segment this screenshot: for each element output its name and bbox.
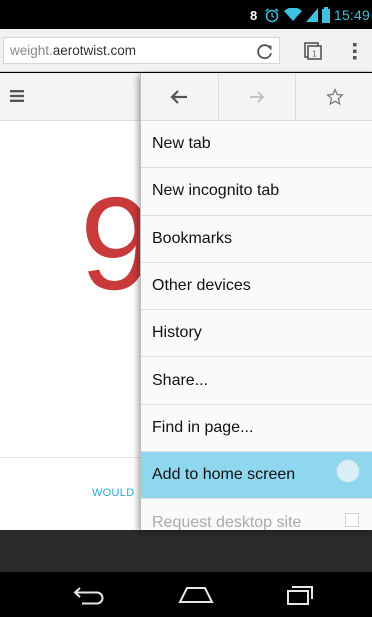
notification-8-icon: 8 bbox=[250, 8, 257, 22]
menu-nav-row bbox=[141, 73, 372, 121]
menu-item-other-devices[interactable]: Other devices bbox=[141, 263, 372, 311]
system-nav-bar bbox=[0, 572, 372, 617]
menu-item-label: New tab bbox=[152, 135, 211, 153]
status-bar: 8 15:49 bbox=[0, 0, 372, 29]
menu-list: New tab New incognito tab Bookmarks Othe… bbox=[141, 121, 372, 530]
menu-item-label: Request desktop site bbox=[152, 513, 302, 530]
status-icons: 8 15:49 bbox=[250, 6, 372, 24]
svg-text:1: 1 bbox=[312, 50, 317, 59]
recent-apps-icon[interactable] bbox=[285, 585, 315, 605]
touch-indicator bbox=[336, 459, 360, 484]
desktop-site-checkbox[interactable] bbox=[345, 513, 359, 528]
menu-item-new-tab[interactable]: New tab bbox=[141, 121, 372, 169]
menu-item-add-to-home-screen[interactable]: Add to home screen bbox=[141, 452, 372, 500]
menu-item-label: Find in page... bbox=[152, 418, 254, 436]
menu-item-new-incognito-tab[interactable]: New incognito tab bbox=[141, 168, 372, 216]
bookmark-star-icon bbox=[325, 87, 344, 105]
hamburger-menu-icon[interactable] bbox=[10, 90, 24, 102]
address-bar: weight.aerotwist.com 1 bbox=[0, 29, 372, 72]
back-icon[interactable] bbox=[72, 585, 106, 605]
url-prefix: weight. bbox=[10, 43, 53, 58]
menu-item-find-in-page[interactable]: Find in page... bbox=[141, 405, 372, 453]
menu-item-label: Share... bbox=[152, 371, 209, 389]
battery-icon bbox=[321, 7, 330, 23]
overflow-menu: New tab New incognito tab Bookmarks Othe… bbox=[140, 73, 372, 530]
url-host: aerotwist.com bbox=[52, 43, 137, 58]
reload-icon[interactable] bbox=[256, 43, 274, 61]
menu-item-request-desktop-site[interactable]: Request desktop site bbox=[141, 499, 372, 530]
menu-back-button[interactable] bbox=[141, 73, 219, 120]
svg-text:8: 8 bbox=[250, 8, 257, 22]
menu-item-share[interactable]: Share... bbox=[141, 357, 372, 405]
signal-icon bbox=[305, 8, 318, 22]
bottom-dark-strip bbox=[0, 530, 372, 572]
status-time: 15:49 bbox=[333, 7, 370, 23]
url-field[interactable]: weight.aerotwist.com bbox=[3, 37, 280, 64]
menu-item-label: Other devices bbox=[152, 277, 251, 295]
menu-item-label: History bbox=[152, 324, 202, 342]
menu-item-label: Bookmarks bbox=[152, 229, 233, 247]
back-arrow-icon bbox=[170, 89, 188, 104]
would-link[interactable]: WOULD bbox=[92, 487, 134, 499]
page-divider bbox=[0, 457, 140, 458]
forward-arrow-icon bbox=[250, 90, 265, 103]
menu-item-label: Add to home screen bbox=[152, 466, 296, 484]
menu-item-bookmarks[interactable]: Bookmarks bbox=[141, 216, 372, 263]
menu-item-label: New incognito tab bbox=[152, 182, 280, 200]
menu-forward-button[interactable] bbox=[219, 73, 297, 120]
tabs-icon[interactable]: 1 bbox=[304, 42, 322, 60]
menu-item-history[interactable]: History bbox=[141, 310, 372, 358]
wifi-icon bbox=[283, 8, 302, 21]
menu-bookmark-button[interactable] bbox=[296, 73, 372, 120]
home-icon[interactable] bbox=[178, 585, 214, 605]
alarm-icon bbox=[265, 8, 279, 23]
overflow-menu-icon[interactable] bbox=[350, 42, 360, 60]
url-text: weight.aerotwist.com bbox=[10, 43, 136, 58]
